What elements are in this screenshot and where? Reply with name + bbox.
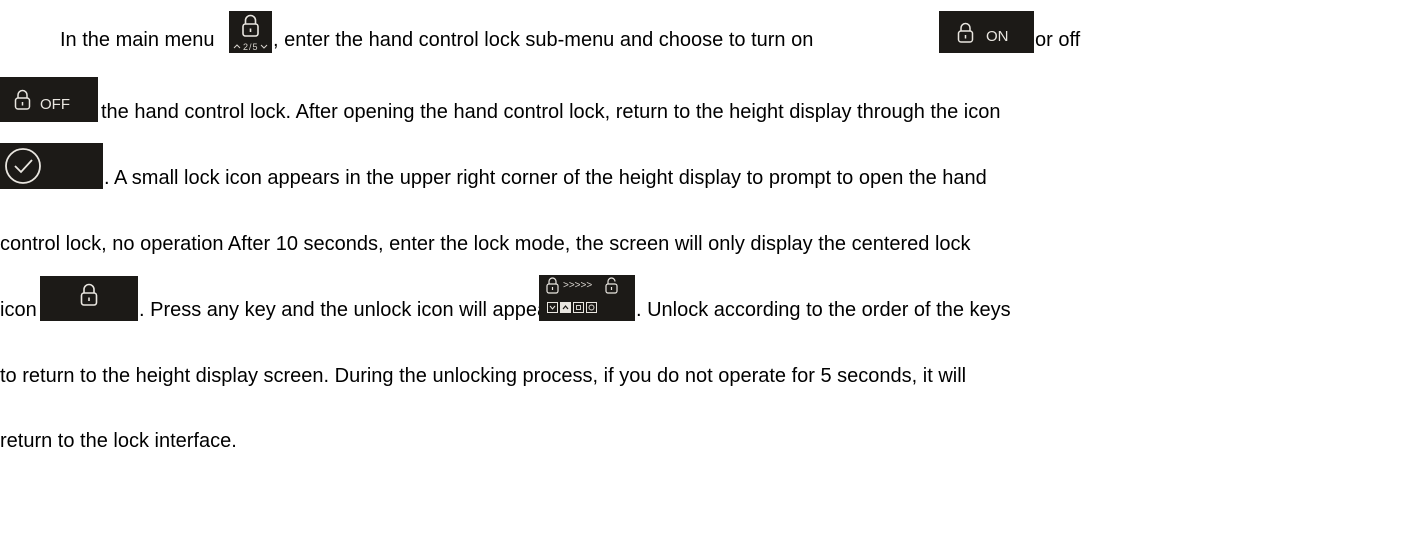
text-line-4: control lock, no operation After 10 seco… [0,233,971,255]
checkmark-circle-icon [5,148,41,184]
confirm-return-icon [0,143,103,189]
instruction-paragraph: In the main menu ^ 2/5 , enter the hand … [0,0,1412,560]
menu-page-indicator: 2/5 [243,42,259,52]
main-menu-icon: 2/5 [229,11,272,53]
text-line-5a: icon [0,299,37,321]
text-line-3: . A small lock icon appears in the upper… [104,167,987,189]
text-line-1c: or off [1035,29,1081,51]
padlock-icon [80,283,98,306]
text-line-1a: In the main menu [60,29,215,51]
text-line-2: the hand control lock. After opening the… [101,101,1001,123]
text-line-6: to return to the height display screen. … [0,365,967,387]
unlock-sequence-screen: >>>>> [539,275,635,321]
text-line-1b: , enter the hand control lock sub-menu a… [273,29,814,51]
lock-off-option: OFF [0,77,98,122]
text-line-5b: . Press any key and the unlock icon will… [139,299,555,321]
lock-on-option: ON [939,11,1034,53]
padlock-icon [957,22,974,43]
off-label: OFF [40,96,70,113]
unlock-arrows: >>>>> [563,280,593,291]
text-line-5c: . Unlock according to the order of the k… [636,299,1011,321]
padlock-icon [14,89,31,110]
text-line-7: return to the lock interface. [0,430,237,452]
centered-lock-screen [40,276,138,321]
on-label: ON [986,28,1009,45]
